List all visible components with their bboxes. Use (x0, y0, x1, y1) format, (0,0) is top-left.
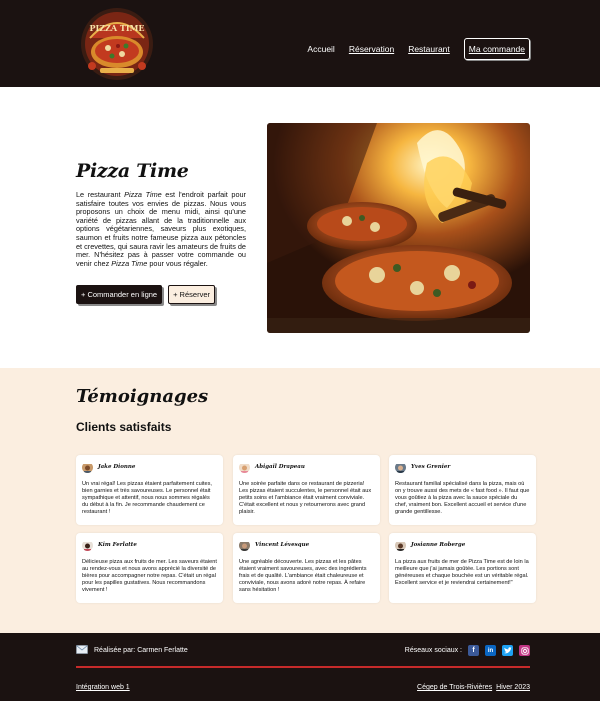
nav-accueil-link[interactable]: Accueil (307, 44, 334, 54)
footer-divider (76, 666, 530, 668)
testimonial-card: Kim Ferlatte Délicieuse pizza aux fruits… (76, 533, 223, 603)
avatar (239, 462, 250, 473)
reviewer-name: Abigail Drapeau (255, 464, 305, 470)
hero-section: Pizza Time Le restaurant Pizza Time est … (0, 87, 600, 368)
hero-buttons: + Commander en ligne + Réserver (76, 285, 215, 304)
testimonials-subtitle: Clients satisfaits (76, 420, 172, 434)
testimonial-card: Abigail Drapeau Une soirée parfaite dans… (233, 455, 380, 525)
testimonials-section: Témoignages Clients satisfaits Jake Dion… (0, 368, 600, 633)
social-label: Réseaux sociaux : (404, 647, 462, 654)
instagram-icon[interactable] (519, 645, 530, 656)
site-header: PIZZA TIME Accueil Réservation Restauran… (0, 0, 600, 87)
facebook-icon[interactable]: f (468, 645, 479, 656)
pizza-time-logo[interactable]: PIZZA TIME (78, 4, 156, 82)
reviewer-name: Kim Ferlatte (98, 542, 137, 548)
school-link[interactable]: Cégep de Trois-Rivières (417, 684, 492, 691)
reviewer-name: Josianne Roberge (411, 542, 466, 548)
avatar (82, 540, 93, 551)
reviewer-name: Vincent Lévesque (255, 542, 310, 548)
testimonial-card: Josianne Roberge La pizza aux fruits de … (389, 533, 536, 603)
hero-title: Pizza Time (76, 160, 189, 182)
term-link[interactable]: Hiver 2023 (496, 684, 530, 691)
nav-ma-commande-button[interactable]: Ma commande (463, 38, 530, 60)
avatar (395, 540, 406, 551)
avatar (395, 462, 406, 473)
nav-reservation-link[interactable]: Réservation (349, 44, 394, 54)
site-footer: Réalisée par: Carmen Ferlatte Réseaux so… (0, 633, 600, 701)
svg-text:PIZZA TIME: PIZZA TIME (89, 23, 144, 33)
course-link[interactable]: Intégration web 1 (76, 684, 130, 691)
nav-restaurant-link[interactable]: Restaurant (408, 44, 450, 54)
review-text: Restaurant familial spécialisé dans la p… (395, 481, 530, 515)
linkedin-icon[interactable]: in (485, 645, 496, 656)
testimonials-title: Témoignages (76, 386, 209, 407)
review-text: La pizza aux fruits de mer de Pizza Time… (395, 559, 529, 586)
review-text: Un vrai régal! Les pizzas étaient parfai… (82, 481, 212, 515)
reviewer-name: Yves Grenier (411, 464, 451, 470)
main-nav: Accueil Réservation Restaurant Ma comman… (307, 38, 530, 60)
testimonial-card: Yves Grenier Restaurant familial spécial… (389, 455, 536, 525)
reserve-button[interactable]: + Réserver (168, 285, 215, 304)
reviewer-name: Jake Dionne (98, 464, 136, 470)
order-online-button[interactable]: + Commander en ligne (76, 285, 163, 304)
hero-description: Le restaurant Pizza Time est l'endroit p… (76, 190, 246, 268)
avatar (82, 462, 93, 473)
review-text: Une soirée parfaite dans ce restaurant d… (239, 481, 372, 515)
review-text: Une agréable découverte. Les pizzas et l… (239, 559, 367, 593)
mail-icon (76, 645, 88, 656)
author-credit: Réalisée par: Carmen Ferlatte (94, 647, 188, 654)
review-text: Délicieuse pizza aux fruits de mer. Les … (82, 559, 217, 593)
testimonial-card: Jake Dionne Un vrai régal! Les pizzas ét… (76, 455, 223, 525)
avatar (239, 540, 250, 551)
pizza-oven-image (267, 123, 530, 333)
twitter-icon[interactable] (502, 645, 513, 656)
testimonial-card: Vincent Lévesque Une agréable découverte… (233, 533, 380, 603)
